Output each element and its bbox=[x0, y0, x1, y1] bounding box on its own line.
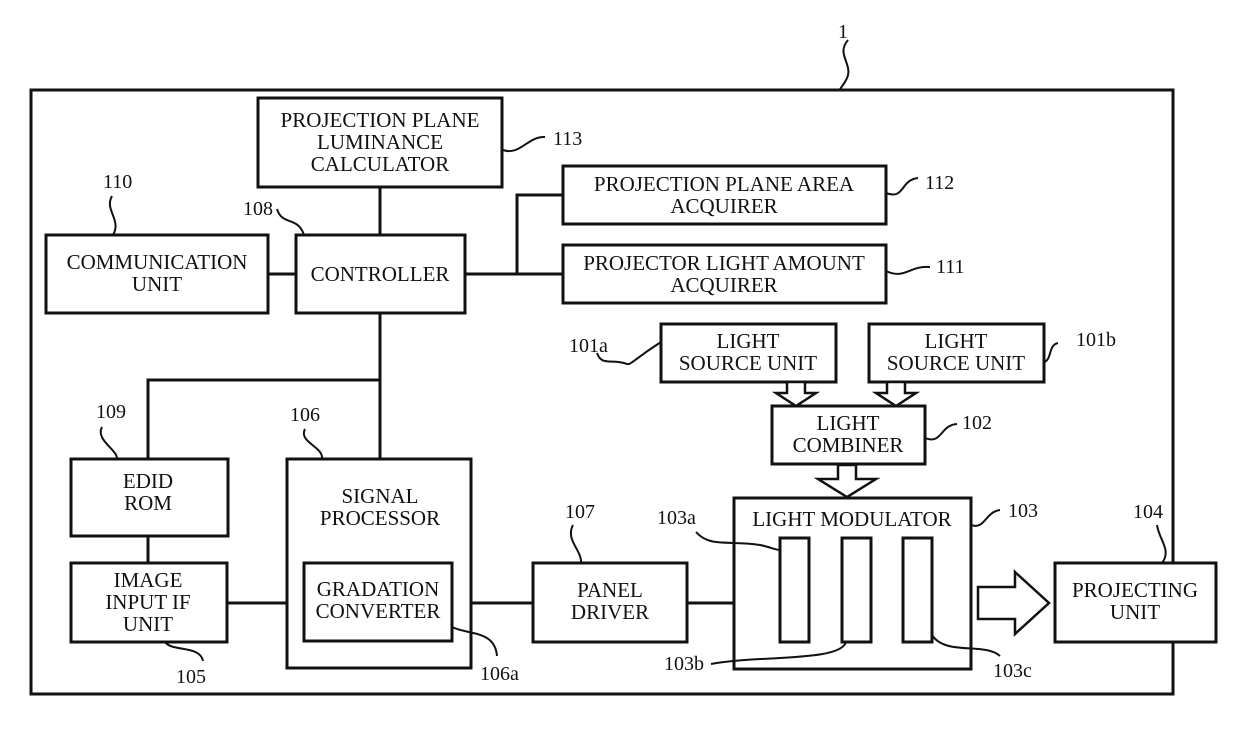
block-communication-unit: COMMUNICATION UNIT bbox=[44, 233, 270, 315]
ref-108: 108 bbox=[243, 198, 273, 220]
svg-text:IMAGE: IMAGE bbox=[114, 568, 183, 592]
svg-text:SOURCE UNIT: SOURCE UNIT bbox=[887, 351, 1025, 375]
ref-111: 111 bbox=[936, 256, 965, 278]
svg-text:PROJECTION PLANE AREA: PROJECTION PLANE AREA bbox=[594, 172, 855, 196]
svg-text:LIGHT: LIGHT bbox=[817, 411, 880, 435]
ref-109: 109 bbox=[96, 401, 126, 423]
svg-text:COMMUNICATION: COMMUNICATION bbox=[67, 250, 248, 274]
svg-text:UNIT: UNIT bbox=[123, 612, 173, 636]
block-light-amount-acquirer: PROJECTOR LIGHT AMOUNT ACQUIRER bbox=[561, 243, 888, 305]
system-ref-leader bbox=[839, 39, 850, 91]
svg-text:LIGHT MODULATOR: LIGHT MODULATOR bbox=[752, 507, 951, 531]
svg-text:PANEL: PANEL bbox=[577, 578, 643, 602]
block-light-source-b: LIGHT SOURCE UNIT bbox=[867, 322, 1046, 384]
svg-text:LIGHT: LIGHT bbox=[925, 329, 988, 353]
svg-text:SOURCE UNIT: SOURCE UNIT bbox=[679, 351, 817, 375]
svg-text:INPUT IF: INPUT IF bbox=[105, 590, 190, 614]
block-edid-rom: EDID ROM bbox=[69, 457, 230, 538]
ref-103c: 103c bbox=[993, 660, 1032, 682]
block-light-source-a: LIGHT SOURCE UNIT bbox=[659, 322, 838, 384]
system-ref: 1 bbox=[838, 21, 848, 43]
ref-105: 105 bbox=[176, 666, 206, 688]
svg-text:PROCESSOR: PROCESSOR bbox=[320, 506, 440, 530]
block-gradation-converter: GRADATION CONVERTER bbox=[302, 561, 454, 643]
ref-101b: 101b bbox=[1076, 329, 1116, 351]
block-image-input-if: IMAGE INPUT IF UNIT bbox=[69, 561, 229, 644]
ref-106: 106 bbox=[290, 404, 320, 426]
svg-text:CALCULATOR: CALCULATOR bbox=[311, 152, 449, 176]
block-controller: CONTROLLER bbox=[294, 233, 467, 315]
svg-text:ACQUIRER: ACQUIRER bbox=[670, 273, 777, 297]
ref-103: 103 bbox=[1008, 500, 1038, 522]
ref-110: 110 bbox=[103, 171, 132, 193]
ref-107: 107 bbox=[565, 501, 595, 523]
svg-text:PROJECTION PLANE: PROJECTION PLANE bbox=[281, 108, 480, 132]
svg-text:COMBINER: COMBINER bbox=[793, 433, 904, 457]
modulator-panel-c bbox=[901, 536, 934, 644]
block-light-modulator: LIGHT MODULATOR bbox=[732, 496, 973, 671]
svg-text:DRIVER: DRIVER bbox=[571, 600, 649, 624]
ref-104: 104 bbox=[1133, 501, 1163, 523]
svg-text:GRADATION: GRADATION bbox=[317, 577, 440, 601]
block-light-combiner: LIGHT COMBINER bbox=[770, 404, 927, 466]
svg-text:CONTROLLER: CONTROLLER bbox=[311, 262, 450, 286]
ref-106a: 106a bbox=[480, 663, 519, 685]
modulator-panel-b bbox=[840, 536, 873, 644]
svg-text:ROM: ROM bbox=[124, 491, 172, 515]
svg-text:UNIT: UNIT bbox=[132, 272, 182, 296]
svg-text:CONVERTER: CONVERTER bbox=[316, 599, 441, 623]
svg-text:UNIT: UNIT bbox=[1110, 600, 1160, 624]
ref-113: 113 bbox=[553, 128, 582, 150]
ref-103b: 103b bbox=[664, 653, 704, 675]
block-area-acquirer: PROJECTION PLANE AREA ACQUIRER bbox=[561, 164, 888, 226]
svg-text:SIGNAL: SIGNAL bbox=[342, 484, 419, 508]
ref-102: 102 bbox=[962, 412, 992, 434]
ref-101a: 101a bbox=[569, 335, 608, 357]
ref-112: 112 bbox=[925, 172, 954, 194]
svg-text:PROJECTING: PROJECTING bbox=[1072, 578, 1198, 602]
svg-text:LUMINANCE: LUMINANCE bbox=[317, 130, 443, 154]
modulator-panel-a bbox=[778, 536, 811, 644]
block-panel-driver: PANEL DRIVER bbox=[531, 561, 689, 644]
svg-text:LIGHT: LIGHT bbox=[717, 329, 780, 353]
block-luminance-calculator: PROJECTION PLANE LUMINANCE CALCULATOR bbox=[256, 96, 504, 189]
svg-text:PROJECTOR LIGHT AMOUNT: PROJECTOR LIGHT AMOUNT bbox=[583, 251, 865, 275]
ref-103a: 103a bbox=[657, 507, 696, 529]
svg-text:ACQUIRER: ACQUIRER bbox=[670, 194, 777, 218]
block-diagram: 1 PROJECTION PLANE LUMINANCE CALCULATOR … bbox=[29, 21, 1218, 696]
svg-text:EDID: EDID bbox=[123, 469, 173, 493]
block-projecting-unit: PROJECTING UNIT bbox=[1053, 561, 1218, 644]
